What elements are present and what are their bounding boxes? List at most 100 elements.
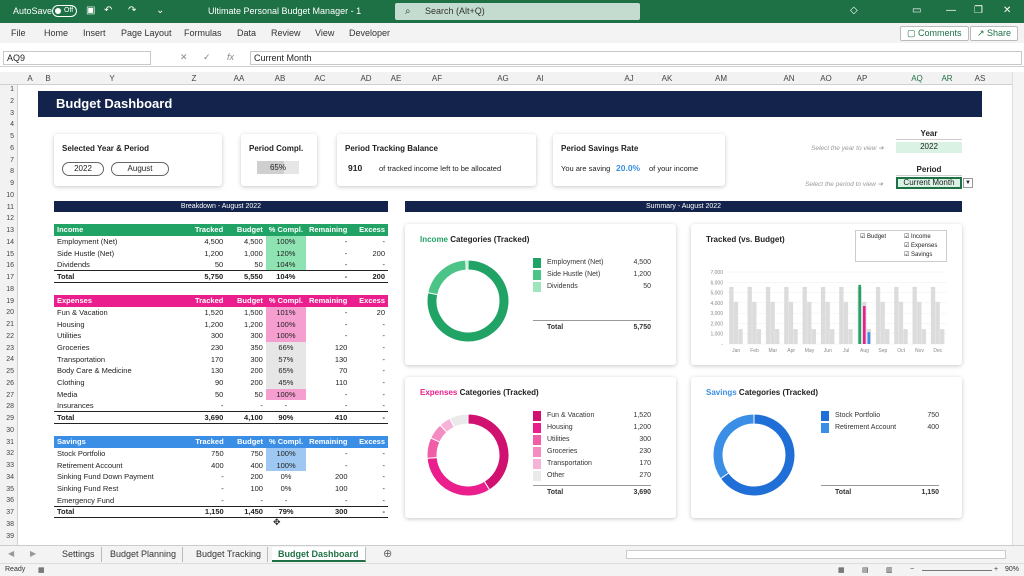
filter-expenses[interactable]: ☑ Expenses — [904, 242, 937, 249]
table-cell[interactable]: 0% — [266, 483, 306, 495]
zoom-in-icon[interactable]: + — [994, 566, 998, 573]
table-cell[interactable]: 101% — [265, 306, 306, 319]
undo-icon[interactable]: ↶ — [104, 5, 112, 16]
table-cell[interactable]: Utilities — [54, 330, 189, 342]
row-header[interactable]: 14 — [6, 239, 14, 246]
table-cell[interactable]: 100 — [227, 483, 266, 495]
table-cell[interactable]: 300 — [226, 330, 266, 342]
row-header[interactable]: 7 — [10, 157, 14, 164]
table-cell[interactable]: 1,000 — [226, 247, 266, 259]
table-cell[interactable]: 750 — [227, 448, 266, 460]
row-header[interactable]: 20 — [6, 309, 14, 316]
year-input[interactable]: 2022 — [896, 142, 962, 153]
row-header[interactable]: 35 — [6, 486, 14, 493]
table-cell[interactable]: 130 — [306, 353, 350, 365]
table-cell[interactable]: - — [306, 400, 350, 412]
page-layout-view-icon[interactable]: ▤ — [862, 566, 869, 574]
table-cell[interactable]: 350 — [226, 342, 266, 354]
row-header[interactable]: 4 — [10, 121, 14, 128]
menu-data[interactable]: Data — [237, 28, 256, 38]
row-header[interactable]: 36 — [6, 497, 14, 504]
table-cell[interactable]: - — [350, 400, 388, 412]
minimize-icon[interactable]: — — [946, 5, 956, 16]
table-cell[interactable]: Body Care & Medicine — [54, 365, 189, 377]
tab-budget-tracking[interactable]: Budget Tracking — [190, 547, 269, 562]
table-cell[interactable]: Stock Portfolio — [54, 448, 189, 460]
table-cell[interactable]: 170 — [189, 353, 227, 365]
table-cell[interactable]: 50 — [226, 389, 266, 401]
page-break-view-icon[interactable]: ▥ — [886, 566, 893, 574]
row-header[interactable]: 10 — [6, 192, 14, 199]
table-cell[interactable]: 1,500 — [226, 307, 266, 319]
row-header[interactable]: 34 — [6, 474, 14, 481]
menu-developer[interactable]: Developer — [349, 28, 390, 38]
table-cell[interactable]: 200 — [226, 377, 266, 389]
table-cell[interactable]: 20 — [350, 307, 388, 319]
table-cell[interactable]: Dividends — [54, 259, 188, 271]
row-header[interactable]: 29 — [6, 415, 14, 422]
row-header[interactable]: 6 — [10, 145, 14, 152]
row-header[interactable]: 31 — [6, 439, 14, 446]
tab-settings[interactable]: Settings — [56, 547, 102, 562]
table-cell[interactable]: 100% — [265, 459, 307, 472]
table-cell[interactable]: Fun & Vacation — [54, 307, 189, 319]
close-icon[interactable]: ✕ — [1003, 5, 1011, 16]
row-header[interactable]: 28 — [6, 403, 14, 410]
table-cell[interactable]: - — [306, 389, 350, 401]
table-cell[interactable]: 1,200 — [189, 318, 227, 330]
row-header[interactable]: 11 — [7, 204, 14, 211]
table-cell[interactable]: 200 — [226, 365, 266, 377]
table-cell[interactable]: - — [350, 342, 388, 354]
table-cell[interactable]: - — [227, 494, 266, 506]
row-header[interactable]: 5 — [10, 133, 14, 140]
add-sheet-icon[interactable]: ⊕ — [383, 547, 392, 560]
zoom-out-icon[interactable]: − — [910, 566, 914, 573]
table-cell[interactable]: 65% — [265, 365, 306, 377]
menu-view[interactable]: View — [315, 28, 334, 38]
table-cell[interactable]: Clothing — [54, 377, 189, 389]
column-header[interactable]: AF — [432, 74, 442, 83]
column-header[interactable]: AE — [391, 74, 402, 83]
table-cell[interactable]: - — [351, 471, 389, 483]
table-cell[interactable]: - — [351, 448, 389, 460]
table-cell[interactable]: Media — [54, 389, 189, 401]
diamond-icon[interactable]: ◇ — [850, 5, 858, 16]
column-header[interactable]: AQ — [911, 74, 923, 83]
tab-budget-planning[interactable]: Budget Planning — [104, 547, 184, 562]
autosave-toggle[interactable]: Off — [52, 5, 77, 17]
table-cell[interactable]: 57% — [265, 353, 306, 366]
column-header[interactable]: AI — [536, 74, 544, 83]
table-cell[interactable]: - — [306, 448, 350, 460]
row-header[interactable]: 12 — [6, 215, 14, 222]
table-cell[interactable]: 100% — [265, 330, 306, 342]
cancel-icon[interactable]: ✕ — [180, 52, 188, 63]
table-cell[interactable]: 0% — [266, 471, 306, 483]
zoom-slider[interactable] — [922, 570, 992, 571]
table-cell[interactable]: 120 — [306, 342, 350, 354]
column-header[interactable]: AC — [314, 74, 325, 83]
table-cell[interactable]: Transportation — [54, 353, 189, 365]
table-cell[interactable]: 4,500 — [226, 236, 266, 248]
column-header[interactable]: Z — [192, 74, 197, 83]
table-cell[interactable]: 100% — [265, 388, 306, 401]
table-cell[interactable]: 1,200 — [188, 247, 226, 259]
column-header[interactable]: AM — [715, 74, 727, 83]
table-cell[interactable]: 70 — [306, 365, 350, 377]
filter-income[interactable]: ☑ Income — [904, 233, 931, 240]
table-cell[interactable]: - — [350, 365, 388, 377]
table-cell[interactable]: 110 — [306, 377, 350, 389]
table-cell[interactable]: 100% — [265, 318, 306, 331]
table-cell[interactable]: Sinking Fund Rest — [54, 483, 189, 495]
table-cell[interactable]: 120% — [265, 247, 306, 260]
table-cell[interactable]: 90 — [189, 377, 227, 389]
table-cell[interactable]: - — [189, 483, 227, 495]
table-cell[interactable]: - — [306, 318, 350, 330]
table-cell[interactable]: - — [350, 330, 388, 342]
row-header[interactable]: 9 — [10, 180, 14, 187]
period-input[interactable]: Current Month — [896, 177, 962, 189]
menu-file[interactable]: File — [11, 28, 26, 38]
row-header[interactable]: 23 — [6, 345, 14, 352]
row-header[interactable]: 39 — [6, 533, 14, 540]
table-cell[interactable]: 300 — [189, 330, 227, 342]
table-cell[interactable]: 300 — [226, 353, 266, 365]
